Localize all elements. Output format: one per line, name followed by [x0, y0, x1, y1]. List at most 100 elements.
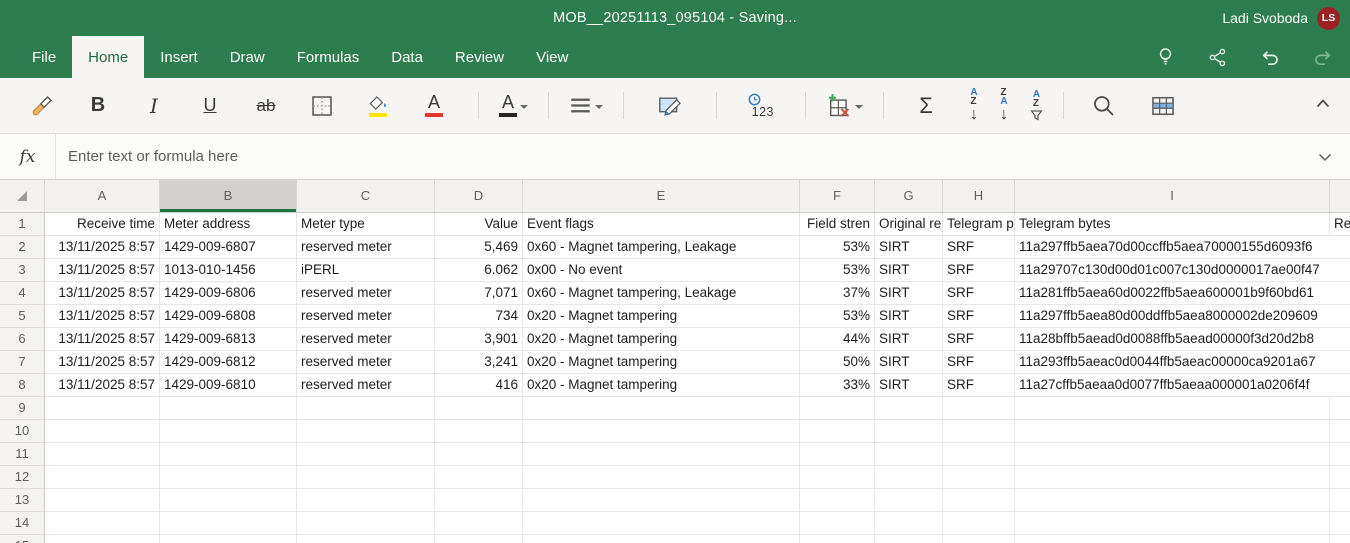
cell[interactable] — [875, 420, 943, 443]
cell[interactable] — [45, 489, 160, 512]
cell[interactable] — [1330, 374, 1350, 397]
cell[interactable]: 44% — [800, 328, 875, 351]
cell[interactable]: Event flags — [523, 213, 800, 236]
cell[interactable]: SIRT — [875, 236, 943, 259]
cell[interactable]: 0x20 - Magnet tampering — [523, 328, 800, 351]
tab-draw[interactable]: Draw — [214, 36, 281, 78]
cell[interactable]: iPERL — [297, 259, 435, 282]
cell[interactable]: 1429-009-6807 — [160, 236, 297, 259]
cell[interactable] — [297, 512, 435, 535]
collapse-ribbon-chevron-icon[interactable] — [1314, 96, 1332, 115]
cell[interactable]: 11a28bffb5aead0d0088ffb5aead00000f3d20d2… — [1015, 328, 1330, 351]
cell[interactable] — [435, 420, 523, 443]
cell[interactable]: 11a29707c130d00d01c007c130d0000017ae00f4… — [1015, 259, 1330, 282]
cell[interactable]: SRF — [943, 328, 1015, 351]
column-header-A[interactable]: A — [45, 180, 160, 213]
row-number-11[interactable]: 11 — [0, 443, 45, 466]
cell[interactable] — [1330, 328, 1350, 351]
cell[interactable] — [800, 535, 875, 543]
cell[interactable]: 11a281ffb5aea60d0022ffb5aea600001b9f60bd… — [1015, 282, 1330, 305]
cell[interactable] — [160, 397, 297, 420]
cell[interactable]: Original re — [875, 213, 943, 236]
cell[interactable]: 13/11/2025 8:57 — [45, 328, 160, 351]
cell[interactable]: Meter address — [160, 213, 297, 236]
format-painter-button[interactable] — [25, 86, 59, 126]
cell[interactable]: 0x20 - Magnet tampering — [523, 374, 800, 397]
expand-formula-bar-chevron-icon[interactable] — [1317, 134, 1350, 179]
cell[interactable]: 1429-009-6806 — [160, 282, 297, 305]
column-header-I[interactable]: I — [1015, 180, 1330, 213]
cell[interactable]: 11a293ffb5aeac0d0044ffb5aeac00000ca9201a… — [1015, 351, 1330, 374]
cell[interactable]: 0x20 - Magnet tampering — [523, 305, 800, 328]
cell[interactable] — [45, 443, 160, 466]
cell[interactable]: 53% — [800, 305, 875, 328]
column-header-H[interactable]: H — [943, 180, 1015, 213]
cell[interactable]: 33% — [800, 374, 875, 397]
cell[interactable] — [523, 489, 800, 512]
row-number-8[interactable]: 8 — [0, 374, 45, 397]
cell[interactable]: 1429-009-6812 — [160, 351, 297, 374]
table-button[interactable] — [1146, 86, 1180, 126]
column-header-D[interactable]: D — [435, 180, 523, 213]
cell[interactable]: SIRT — [875, 305, 943, 328]
tab-data[interactable]: Data — [375, 36, 439, 78]
cell[interactable] — [45, 420, 160, 443]
autosum-button[interactable]: Σ — [909, 86, 943, 126]
cell[interactable] — [1015, 512, 1330, 535]
cell[interactable] — [297, 466, 435, 489]
column-header-F[interactable]: F — [800, 180, 875, 213]
row-number-2[interactable]: 2 — [0, 236, 45, 259]
cell[interactable]: 0x60 - Magnet tampering, Leakage — [523, 236, 800, 259]
cell[interactable] — [523, 466, 800, 489]
cell[interactable]: reserved meter — [297, 305, 435, 328]
cell[interactable] — [523, 535, 800, 543]
cell[interactable] — [1330, 420, 1350, 443]
cell[interactable] — [435, 466, 523, 489]
cell[interactable]: 13/11/2025 8:57 — [45, 259, 160, 282]
cell[interactable] — [943, 420, 1015, 443]
cell[interactable] — [875, 443, 943, 466]
cell[interactable] — [1015, 420, 1330, 443]
cell[interactable]: SRF — [943, 305, 1015, 328]
cell[interactable]: Telegram bytes — [1015, 213, 1330, 236]
cell[interactable] — [523, 420, 800, 443]
find-button[interactable] — [1087, 86, 1121, 126]
cell[interactable] — [523, 512, 800, 535]
cell[interactable]: Telegram p — [943, 213, 1015, 236]
cell[interactable] — [523, 397, 800, 420]
column-header-B[interactable]: B — [160, 180, 297, 213]
cell[interactable] — [875, 535, 943, 543]
strikethrough-button[interactable]: ab — [249, 86, 283, 126]
row-number-14[interactable]: 14 — [0, 512, 45, 535]
cell[interactable]: 37% — [800, 282, 875, 305]
cell[interactable]: 7,071 — [435, 282, 523, 305]
cell[interactable]: SIRT — [875, 282, 943, 305]
cell[interactable] — [1330, 351, 1350, 374]
cell[interactable] — [943, 397, 1015, 420]
user-account[interactable]: Ladi Svoboda LS — [1222, 7, 1350, 30]
column-header-clipped[interactable] — [1330, 180, 1350, 213]
text-color-picker-button[interactable]: A — [499, 86, 528, 126]
sort-filter-button[interactable]: AZ — [1030, 86, 1043, 126]
cell[interactable] — [1015, 535, 1330, 543]
cell[interactable] — [160, 420, 297, 443]
cell[interactable] — [943, 535, 1015, 543]
format-cells-button[interactable] — [653, 86, 687, 126]
number-format-button[interactable]: 123 — [744, 86, 778, 126]
cell[interactable] — [1330, 397, 1350, 420]
cell[interactable]: 1013-010-1456 — [160, 259, 297, 282]
cell[interactable] — [160, 512, 297, 535]
cell[interactable] — [1330, 466, 1350, 489]
cell[interactable]: 11a297ffb5aea70d00ccffb5aea70000155d6093… — [1015, 236, 1330, 259]
cell[interactable] — [435, 443, 523, 466]
cell[interactable]: reserved meter — [297, 236, 435, 259]
cell[interactable]: 5,469 — [435, 236, 523, 259]
cell[interactable] — [800, 489, 875, 512]
row-number-7[interactable]: 7 — [0, 351, 45, 374]
cell[interactable]: 0x60 - Magnet tampering, Leakage — [523, 282, 800, 305]
cell[interactable] — [435, 512, 523, 535]
cell[interactable]: 13/11/2025 8:57 — [45, 236, 160, 259]
cell[interactable]: 6.062 — [435, 259, 523, 282]
sort-ascending-button[interactable]: AZ ↓ — [970, 86, 978, 126]
cell[interactable]: 0x20 - Magnet tampering — [523, 351, 800, 374]
